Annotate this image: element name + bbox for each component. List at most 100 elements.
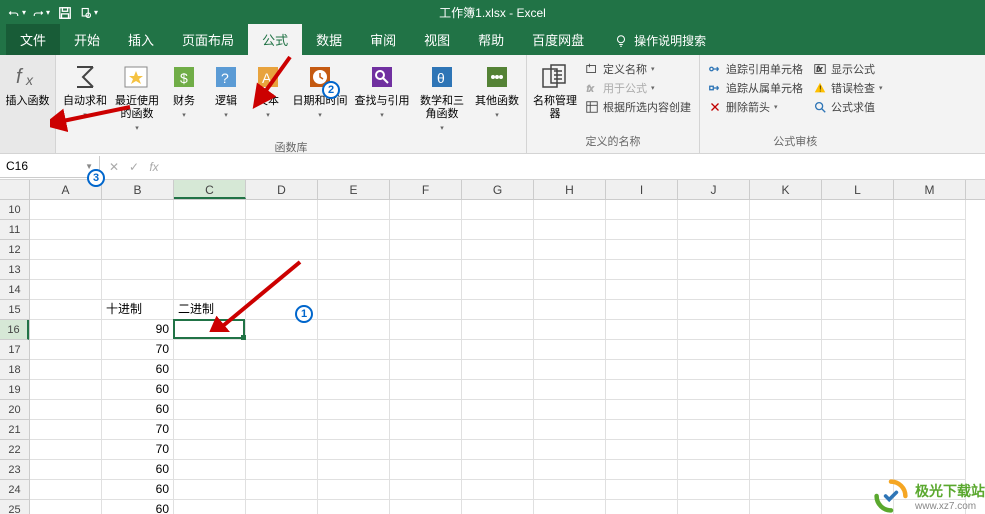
cell-M12[interactable] bbox=[894, 240, 966, 260]
cell-K10[interactable] bbox=[750, 200, 822, 220]
cell-M11[interactable] bbox=[894, 220, 966, 240]
cell-K21[interactable] bbox=[750, 420, 822, 440]
cell-J17[interactable] bbox=[678, 340, 750, 360]
cell-J24[interactable] bbox=[678, 480, 750, 500]
cell-M15[interactable] bbox=[894, 300, 966, 320]
cell-G17[interactable] bbox=[462, 340, 534, 360]
cell-K17[interactable] bbox=[750, 340, 822, 360]
cell-G25[interactable] bbox=[462, 500, 534, 514]
cell-I16[interactable] bbox=[606, 320, 678, 340]
cell-F22[interactable] bbox=[390, 440, 462, 460]
cell-F23[interactable] bbox=[390, 460, 462, 480]
cell-L13[interactable] bbox=[822, 260, 894, 280]
cell-I25[interactable] bbox=[606, 500, 678, 514]
cell-E23[interactable] bbox=[318, 460, 390, 480]
cell-D23[interactable] bbox=[246, 460, 318, 480]
cell-K14[interactable] bbox=[750, 280, 822, 300]
tab-file[interactable]: 文件 bbox=[6, 24, 60, 55]
cell-B23[interactable]: 60 bbox=[102, 460, 174, 480]
cell-G10[interactable] bbox=[462, 200, 534, 220]
column-header-L[interactable]: L bbox=[822, 180, 894, 199]
cell-G16[interactable] bbox=[462, 320, 534, 340]
cell-B20[interactable]: 60 bbox=[102, 400, 174, 420]
cell-I20[interactable] bbox=[606, 400, 678, 420]
cell-J19[interactable] bbox=[678, 380, 750, 400]
cell-J16[interactable] bbox=[678, 320, 750, 340]
cell-L19[interactable] bbox=[822, 380, 894, 400]
cell-L22[interactable] bbox=[822, 440, 894, 460]
cell-C18[interactable] bbox=[174, 360, 246, 380]
tab-help[interactable]: 帮助 bbox=[464, 24, 518, 55]
cell-B22[interactable]: 70 bbox=[102, 440, 174, 460]
cell-M20[interactable] bbox=[894, 400, 966, 420]
cell-F13[interactable] bbox=[390, 260, 462, 280]
cell-L10[interactable] bbox=[822, 200, 894, 220]
remove-arrows-button[interactable]: 删除箭头 ▾ bbox=[708, 99, 803, 115]
cell-B19[interactable]: 60 bbox=[102, 380, 174, 400]
row-header-17[interactable]: 17 bbox=[0, 340, 29, 360]
cell-I14[interactable] bbox=[606, 280, 678, 300]
create-from-selection-button[interactable]: 根据所选内容创建 bbox=[585, 99, 691, 115]
tab-data[interactable]: 数据 bbox=[302, 24, 356, 55]
cell-J11[interactable] bbox=[678, 220, 750, 240]
more-functions-button[interactable]: 其他函数▾ bbox=[472, 59, 522, 124]
column-header-F[interactable]: F bbox=[390, 180, 462, 199]
row-header-21[interactable]: 21 bbox=[0, 420, 29, 440]
cell-B21[interactable]: 70 bbox=[102, 420, 174, 440]
cell-J13[interactable] bbox=[678, 260, 750, 280]
cell-K25[interactable] bbox=[750, 500, 822, 514]
tab-layout[interactable]: 页面布局 bbox=[168, 24, 248, 55]
error-checking-button[interactable]: !错误检查 ▾ bbox=[813, 80, 883, 96]
cell-J20[interactable] bbox=[678, 400, 750, 420]
cell-I18[interactable] bbox=[606, 360, 678, 380]
column-header-G[interactable]: G bbox=[462, 180, 534, 199]
cell-I15[interactable] bbox=[606, 300, 678, 320]
cell-M19[interactable] bbox=[894, 380, 966, 400]
cell-E14[interactable] bbox=[318, 280, 390, 300]
cell-G11[interactable] bbox=[462, 220, 534, 240]
lookup-button[interactable]: 查找与引用▾ bbox=[352, 59, 412, 124]
row-header-12[interactable]: 12 bbox=[0, 240, 29, 260]
row-header-14[interactable]: 14 bbox=[0, 280, 29, 300]
cell-C22[interactable] bbox=[174, 440, 246, 460]
cell-H19[interactable] bbox=[534, 380, 606, 400]
cell-I17[interactable] bbox=[606, 340, 678, 360]
cell-M17[interactable] bbox=[894, 340, 966, 360]
column-header-J[interactable]: J bbox=[678, 180, 750, 199]
cell-G19[interactable] bbox=[462, 380, 534, 400]
cell-E17[interactable] bbox=[318, 340, 390, 360]
cell-G12[interactable] bbox=[462, 240, 534, 260]
cell-A22[interactable] bbox=[30, 440, 102, 460]
row-header-23[interactable]: 23 bbox=[0, 460, 29, 480]
cell-A25[interactable] bbox=[30, 500, 102, 514]
cell-G21[interactable] bbox=[462, 420, 534, 440]
cell-F20[interactable] bbox=[390, 400, 462, 420]
cell-J14[interactable] bbox=[678, 280, 750, 300]
row-header-11[interactable]: 11 bbox=[0, 220, 29, 240]
cell-K22[interactable] bbox=[750, 440, 822, 460]
cell-L17[interactable] bbox=[822, 340, 894, 360]
cell-M13[interactable] bbox=[894, 260, 966, 280]
cell-C19[interactable] bbox=[174, 380, 246, 400]
cell-L15[interactable] bbox=[822, 300, 894, 320]
cell-D20[interactable] bbox=[246, 400, 318, 420]
tab-insert[interactable]: 插入 bbox=[114, 24, 168, 55]
cell-I21[interactable] bbox=[606, 420, 678, 440]
cell-I19[interactable] bbox=[606, 380, 678, 400]
cell-K13[interactable] bbox=[750, 260, 822, 280]
cell-H25[interactable] bbox=[534, 500, 606, 514]
cell-K24[interactable] bbox=[750, 480, 822, 500]
cell-E25[interactable] bbox=[318, 500, 390, 514]
redo-button[interactable]: ▾ bbox=[32, 4, 50, 22]
cell-C23[interactable] bbox=[174, 460, 246, 480]
cell-L23[interactable] bbox=[822, 460, 894, 480]
cell-E22[interactable] bbox=[318, 440, 390, 460]
cell-J21[interactable] bbox=[678, 420, 750, 440]
math-button[interactable]: θ 数学和三角函数▾ bbox=[414, 59, 470, 137]
cell-G18[interactable] bbox=[462, 360, 534, 380]
cell-I11[interactable] bbox=[606, 220, 678, 240]
cell-K23[interactable] bbox=[750, 460, 822, 480]
save-button[interactable] bbox=[56, 4, 74, 22]
cell-E11[interactable] bbox=[318, 220, 390, 240]
cell-G24[interactable] bbox=[462, 480, 534, 500]
